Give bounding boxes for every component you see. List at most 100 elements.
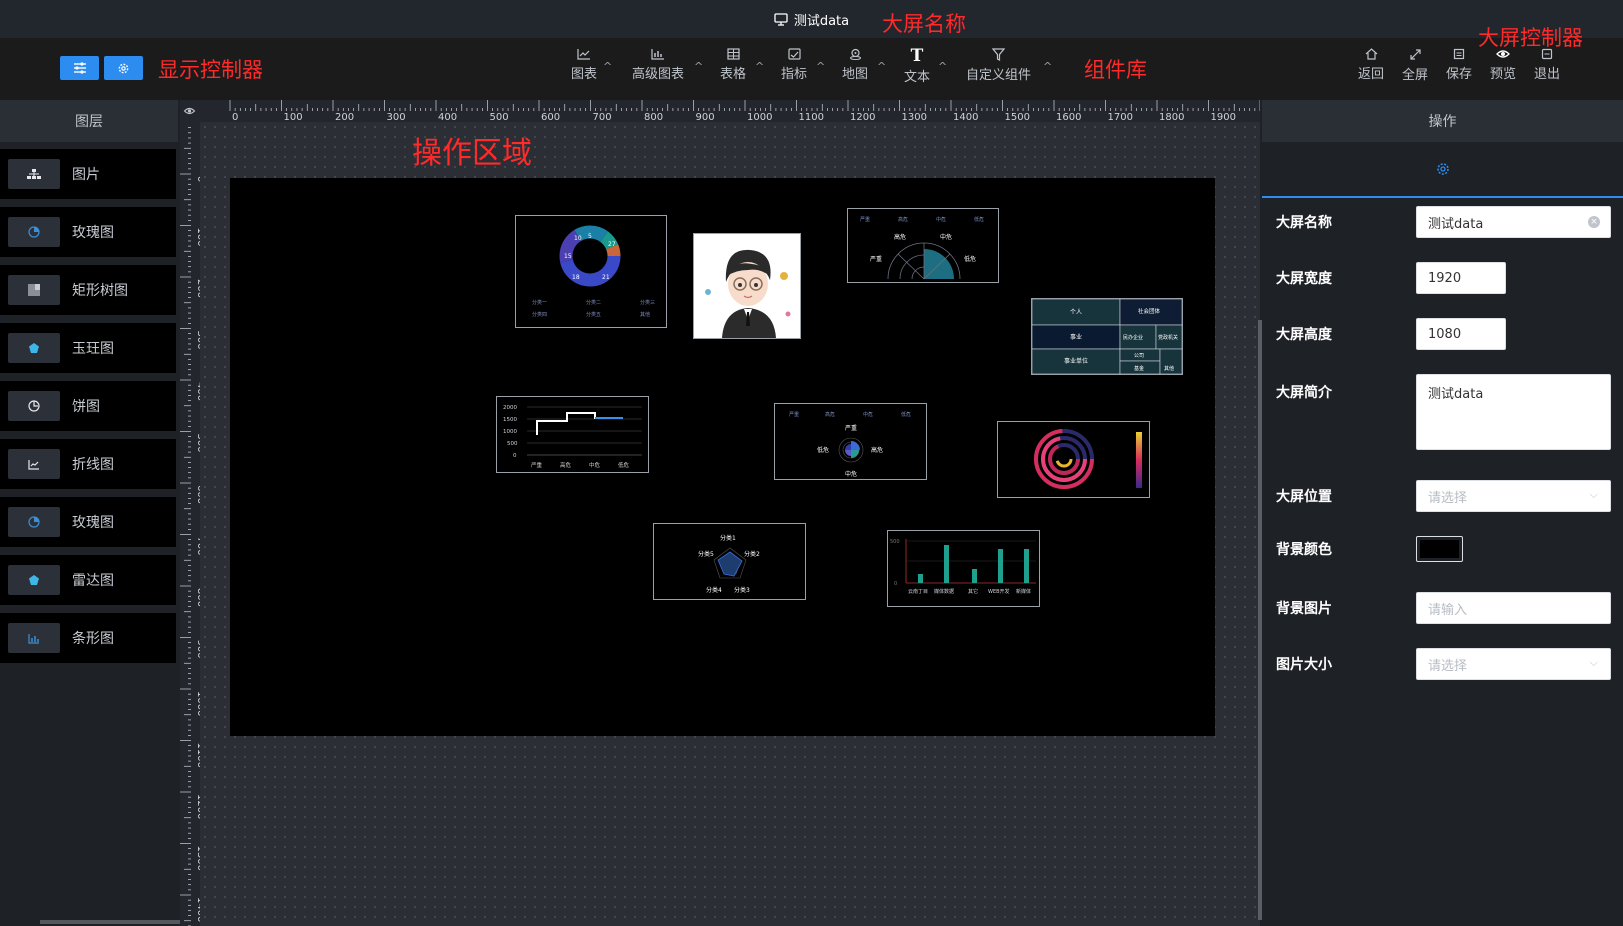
- settings-toggle-button[interactable]: [104, 56, 143, 80]
- annotation-component-library: 组件库: [1084, 58, 1147, 82]
- pentagon-icon: [8, 333, 60, 363]
- donut-label: 27: [608, 241, 616, 248]
- chevron-up-icon[interactable]: ^: [603, 60, 612, 73]
- legend-item: 分类四: [532, 311, 547, 318]
- legend-item: 高危: [898, 216, 908, 223]
- layer-item-rose-chart[interactable]: 玫瑰图: [0, 207, 176, 257]
- layer-item-jade-chart[interactable]: 玉玨图: [0, 323, 176, 373]
- widget-donut-chart[interactable]: 5 27 21 18 15 10 分类一 分类二 分类三 分类四 分类五 其他: [515, 215, 667, 328]
- filter-icon: [992, 48, 1005, 61]
- chevron-up-icon[interactable]: ^: [755, 60, 764, 73]
- axis-label: 高危: [871, 446, 883, 454]
- axis-label: 分类5: [698, 550, 714, 558]
- layer-item-radar-chart[interactable]: 雷达图: [0, 555, 176, 605]
- axis-label: 分类2: [744, 550, 760, 558]
- ruler-label: 1500: [1005, 112, 1030, 122]
- screen-canvas[interactable]: 5 27 21 18 15 10 分类一 分类二 分类三 分类四 分类五 其他: [230, 178, 1215, 736]
- ruler-label: 100: [284, 112, 303, 122]
- tool-chart[interactable]: 图表: [571, 48, 597, 82]
- screen-height-input[interactable]: 1080: [1416, 318, 1506, 350]
- background-image-input[interactable]: 请输入: [1416, 592, 1611, 624]
- x-tick-label: 高危: [560, 461, 572, 469]
- legend-item: 分类一: [532, 299, 547, 306]
- indicator-icon: [787, 48, 801, 60]
- toolbar: 显示控制器 图表 ^ 高级图表 ^ 表格 ^ 指标 ^ 地图 ^ T 文本 ^ …: [0, 38, 1623, 100]
- treemap-label: 基金: [1134, 365, 1144, 372]
- field-label: 大屏简介: [1276, 385, 1332, 401]
- widget-line-chart[interactable]: 2000 1500 1000 500 0 严重 高危 中危 低危: [496, 396, 649, 473]
- screen-width-input[interactable]: 1920: [1416, 262, 1506, 294]
- tool-indicator[interactable]: 指标: [781, 48, 807, 82]
- widget-radar-chart[interactable]: 分类1 分类2 分类3 分类4 分类5: [653, 523, 806, 600]
- chevron-up-icon[interactable]: ^: [938, 60, 947, 73]
- cartoon-avatar-image: [694, 234, 800, 338]
- tool-advanced-chart[interactable]: 高级图表: [632, 48, 684, 82]
- ruler-label: 1300: [902, 112, 927, 122]
- panel-title: 操作: [1262, 100, 1623, 142]
- expand-icon: [1409, 49, 1421, 60]
- chevron-up-icon[interactable]: ^: [877, 60, 886, 73]
- field-label: 大屏高度: [1276, 327, 1332, 343]
- tool-map[interactable]: 地图: [842, 48, 868, 82]
- rose-chart-icon: [8, 507, 60, 537]
- donut-label: 21: [602, 274, 610, 281]
- screen-name-input[interactable]: 测试data ×: [1416, 206, 1611, 238]
- treemap-label: 个人: [1070, 309, 1082, 316]
- fullscreen-button[interactable]: 全屏: [1402, 48, 1428, 83]
- screen-position-select[interactable]: 请选择 ⌵: [1416, 480, 1611, 512]
- back-button[interactable]: 返回: [1358, 48, 1384, 82]
- layer-item-image[interactable]: 图片: [0, 149, 176, 199]
- tab-settings[interactable]: [1262, 142, 1623, 198]
- layer-item-line-chart[interactable]: 折线图: [0, 439, 176, 489]
- donut-label: 15: [564, 253, 572, 260]
- screen-description-textarea[interactable]: 测试data: [1416, 374, 1611, 450]
- tool-custom-component[interactable]: 自定义组件: [966, 48, 1031, 83]
- legend-item: 其他: [640, 311, 650, 318]
- bar-chart-icon: [8, 623, 60, 653]
- tool-table[interactable]: 表格: [720, 48, 746, 82]
- exit-button[interactable]: 退出: [1534, 48, 1560, 82]
- layer-item-bar-chart[interactable]: 条形图: [0, 613, 176, 663]
- ruler-label: 1700: [1108, 112, 1133, 122]
- map-pin-icon: [849, 48, 861, 60]
- field-label: 背景颜色: [1276, 542, 1332, 558]
- image-size-select[interactable]: 请选择 ⌵: [1416, 648, 1611, 680]
- chevron-up-icon[interactable]: ^: [1043, 60, 1052, 73]
- chevron-up-icon[interactable]: ^: [816, 60, 825, 73]
- treemap-label: 事业单位: [1064, 357, 1088, 365]
- save-icon: [1453, 48, 1465, 60]
- chevron-down-icon: ⌵: [1589, 488, 1598, 501]
- y-tick-label: 0: [513, 453, 517, 459]
- chevron-up-icon[interactable]: ^: [694, 60, 703, 73]
- axis-label: 分类3: [734, 586, 750, 594]
- widget-polar-chart[interactable]: 严重 高危 中危 低危 严重 高危 中危 低危: [847, 208, 999, 283]
- ruler-label: 1600: [1056, 112, 1081, 122]
- background-color-picker[interactable]: [1416, 536, 1463, 562]
- clear-icon[interactable]: ×: [1588, 216, 1600, 228]
- home-icon: [1365, 48, 1377, 60]
- save-button[interactable]: 保存: [1446, 48, 1472, 82]
- treemap-label: 公司: [1134, 353, 1144, 359]
- ruler-label: 600: [541, 112, 560, 122]
- x-tick-label: 新媒体: [1016, 588, 1031, 595]
- field-label: 大屏宽度: [1276, 271, 1332, 287]
- donut-label: 10: [574, 235, 582, 242]
- tool-text[interactable]: T 文本: [904, 46, 930, 86]
- layer-panel-title: 图层: [0, 100, 178, 142]
- widget-rose-chart[interactable]: 严重 高危 中危 低危 严重 高危 中危 低危: [774, 403, 927, 480]
- layer-item-pie-chart[interactable]: 饼图: [0, 381, 176, 431]
- preview-button[interactable]: 预览: [1490, 48, 1516, 82]
- layer-item-rose-chart-2[interactable]: 玫瑰图: [0, 497, 176, 547]
- text-icon: T: [910, 46, 924, 66]
- axis-label: 高危: [894, 233, 906, 241]
- widget-image-avatar[interactable]: [693, 233, 801, 339]
- x-tick-label: 中危: [589, 461, 601, 469]
- widget-bar-chart[interactable]: 500 0 云南丁目 媒体数据 其它 WEB开发 新媒体: [887, 530, 1040, 607]
- layer-toggle-button[interactable]: [60, 56, 99, 80]
- sidebar-scrollbar[interactable]: [40, 920, 180, 924]
- widget-treemap[interactable]: 个人 社会团体 事业 民办企业 党政机关 事业单位 公司 基金 其他: [1031, 298, 1183, 375]
- ruler-label: 1100: [799, 112, 824, 122]
- field-label: 背景图片: [1276, 601, 1332, 617]
- layer-item-treemap[interactable]: 矩形树图: [0, 265, 176, 315]
- widget-ring-gauge[interactable]: [997, 421, 1150, 498]
